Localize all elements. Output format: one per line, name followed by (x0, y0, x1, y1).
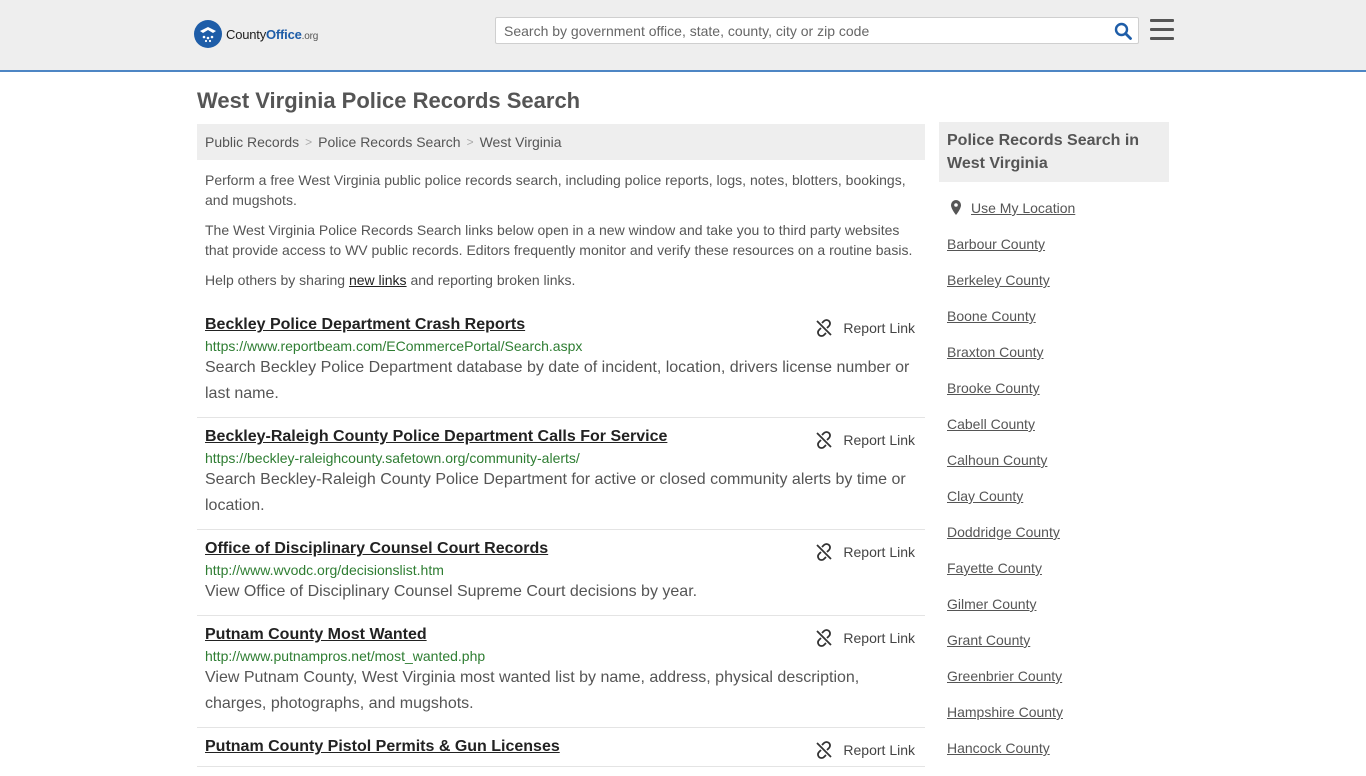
intro-paragraph-2: The West Virginia Police Records Search … (205, 222, 913, 258)
county-list: Use My Location Barbour County Berkeley … (939, 200, 1169, 776)
search-box (495, 17, 1139, 44)
report-link-button[interactable]: Report Link (815, 741, 915, 759)
result-description: Search Beckley-Raleigh County Police Dep… (205, 471, 906, 514)
page-title: West Virginia Police Records Search (197, 88, 581, 113)
result-item: Beckley Police Department Crash Reports … (197, 306, 925, 418)
county-link[interactable]: Doddridge County (947, 524, 1169, 560)
report-link-label: Report Link (843, 630, 915, 646)
main-content: Public Records > Police Records Search >… (197, 124, 925, 767)
intro-text: Perform a free West Virginia public poli… (197, 170, 925, 290)
hamburger-menu-icon[interactable] (1150, 19, 1174, 41)
county-link[interactable]: Cabell County (947, 416, 1169, 452)
search-input[interactable] (496, 18, 1112, 43)
county-link[interactable]: Fayette County (947, 560, 1169, 596)
result-url: http://www.wvodc.org/decisionslist.htm (205, 562, 444, 578)
menu-bar (1150, 28, 1174, 31)
intro-paragraph-3: Help others by sharing new links and rep… (205, 270, 917, 290)
broken-link-icon (816, 319, 833, 337)
menu-bar (1150, 19, 1174, 22)
use-location-row: Use My Location (947, 200, 1169, 236)
broken-link-icon (816, 543, 833, 561)
breadcrumb-separator: > (466, 135, 474, 149)
report-link-button[interactable]: Report Link (815, 319, 915, 337)
county-link[interactable]: Berkeley County (947, 272, 1169, 308)
result-item: Putnam County Most Wanted Report Link ht… (197, 616, 925, 728)
report-link-label: Report Link (843, 544, 915, 560)
site-logo[interactable]: CountyOffice.org (194, 20, 318, 48)
report-link-label: Report Link (843, 320, 915, 336)
result-item: Putnam County Pistol Permits & Gun Licen… (197, 728, 925, 767)
sidebar: Police Records Search in West Virginia U… (939, 122, 1169, 776)
report-link-button[interactable]: Report Link (815, 431, 915, 449)
report-link-label: Report Link (843, 742, 915, 758)
result-url: https://beckley-raleighcounty.safetown.o… (205, 450, 580, 466)
breadcrumb-west-virginia[interactable]: West Virginia (480, 134, 562, 150)
county-link[interactable]: Clay County (947, 488, 1169, 524)
report-link-label: Report Link (843, 432, 915, 448)
county-link[interactable]: Hancock County (947, 740, 1169, 776)
logo-seal-icon (194, 20, 222, 48)
result-title-link[interactable]: Putnam County Most Wanted (205, 626, 427, 644)
new-links-link[interactable]: new links (349, 272, 407, 288)
county-link[interactable]: Braxton County (947, 344, 1169, 380)
breadcrumb: Public Records > Police Records Search >… (197, 124, 925, 160)
report-link-button[interactable]: Report Link (815, 543, 915, 561)
sidebar-heading: Police Records Search in West Virginia (939, 122, 1169, 182)
logo-wordmark: CountyOffice.org (226, 27, 318, 42)
county-link[interactable]: Hampshire County (947, 704, 1169, 740)
result-description: View Putnam County, West Virginia most w… (205, 669, 860, 712)
intro-p3-after: and reporting broken links. (406, 272, 576, 288)
logo-brand: Office (266, 26, 302, 42)
county-link[interactable]: Barbour County (947, 236, 1169, 272)
county-link[interactable]: Grant County (947, 632, 1169, 668)
breadcrumb-police-records-search[interactable]: Police Records Search (318, 134, 460, 150)
results-list: Beckley Police Department Crash Reports … (197, 306, 925, 767)
location-pin-icon (951, 200, 961, 215)
county-link[interactable]: Calhoun County (947, 452, 1169, 488)
search-icon[interactable] (1114, 22, 1132, 40)
use-my-location-link[interactable]: Use My Location (971, 200, 1075, 236)
result-title-link[interactable]: Office of Disciplinary Counsel Court Rec… (205, 540, 548, 558)
breadcrumb-public-records[interactable]: Public Records (205, 134, 299, 150)
result-description: Search Beckley Police Department databas… (205, 359, 910, 402)
result-title-link[interactable]: Beckley Police Department Crash Reports (205, 316, 525, 334)
report-link-button[interactable]: Report Link (815, 629, 915, 647)
county-link[interactable]: Boone County (947, 308, 1169, 344)
result-url: https://www.reportbeam.com/ECommercePort… (205, 338, 583, 354)
logo-prefix: County (226, 26, 266, 42)
county-link[interactable]: Greenbrier County (947, 668, 1169, 704)
menu-bar (1150, 37, 1174, 40)
county-link[interactable]: Gilmer County (947, 596, 1169, 632)
result-item: Beckley-Raleigh County Police Department… (197, 418, 925, 530)
broken-link-icon (816, 741, 833, 759)
result-title-link[interactable]: Putnam County Pistol Permits & Gun Licen… (205, 738, 560, 756)
result-url: http://www.putnampros.net/most_wanted.ph… (205, 648, 486, 664)
result-description: View Office of Disciplinary Counsel Supr… (205, 583, 698, 600)
breadcrumb-separator: > (305, 135, 313, 149)
result-item: Office of Disciplinary Counsel Court Rec… (197, 530, 925, 616)
logo-suffix: .org (301, 30, 319, 42)
county-link[interactable]: Brooke County (947, 380, 1169, 416)
broken-link-icon (816, 629, 833, 647)
intro-p3-before: Help others by sharing (205, 272, 349, 288)
broken-link-icon (816, 431, 833, 449)
site-header: CountyOffice.org (0, 0, 1366, 72)
intro-paragraph-1: Perform a free West Virginia public poli… (205, 172, 906, 208)
result-title-link[interactable]: Beckley-Raleigh County Police Department… (205, 428, 667, 446)
